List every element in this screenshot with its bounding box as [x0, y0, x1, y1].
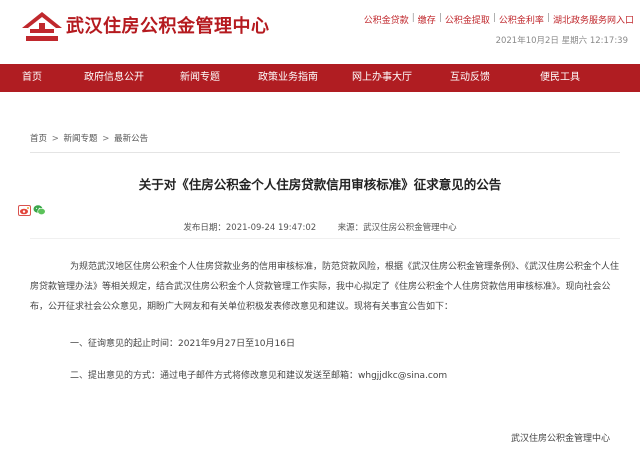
nav-item-tools[interactable]: 便民工具 [540, 64, 580, 92]
quick-link-hubei-portal[interactable]: 湖北政务服务网入口 [553, 13, 634, 26]
wechat-share-icon[interactable] [33, 204, 46, 216]
quick-link-deposit[interactable]: 缴存 [418, 13, 436, 26]
quick-link-rate[interactable]: 公积金利率 [499, 13, 544, 26]
article-signature: 武汉住房公积金管理中心 [510, 434, 610, 444]
quick-link-loan[interactable]: 公积金贷款 [364, 13, 409, 26]
breadcrumb-separator: > [102, 134, 110, 144]
separator: | [546, 13, 550, 23]
house-logo-icon[interactable] [20, 10, 64, 44]
nav-item-policy-guide[interactable]: 政策业务指南 [258, 64, 318, 92]
article-meta: 发布日期：2021-09-24 19:47:02 来源：武汉住房公积金管理中心 [0, 221, 640, 233]
main-nav: 首页 政府信息公开 新闻专题 政策业务指南 网上办事大厅 互动反馈 便民工具 [0, 64, 640, 92]
breadcrumb-separator: > [51, 134, 59, 144]
article-title: 关于对《住房公积金个人住房贷款信用审核标准》征求意见的公告 [138, 177, 502, 192]
source-label: 来源： [337, 223, 364, 233]
separator: | [411, 13, 415, 23]
site-name[interactable]: 武汉住房公积金管理中心 [66, 12, 270, 38]
breadcrumb: 首页 > 新闻专题 > 最新公告 [30, 132, 148, 144]
site-header: 武汉住房公积金管理中心 公积金贷款 | 缴存 | 公积金提取 | 公积金利率 |… [0, 0, 640, 64]
breadcrumb-news[interactable]: 新闻专题 [64, 134, 98, 144]
nav-item-online-hall[interactable]: 网上办事大厅 [352, 64, 412, 92]
quick-links: 公积金贷款 | 缴存 | 公积金提取 | 公积金利率 | 湖北政务服务网入口 [364, 13, 634, 26]
article-paragraph: 二、提出意见的方式：通过电子邮件方式将修改意见和建议发送至邮箱：whgjjdkc… [70, 371, 448, 381]
publish-date: 2021-09-24 19:47:02 [225, 223, 317, 233]
nav-item-feedback[interactable]: 互动反馈 [450, 64, 490, 92]
separator: | [492, 13, 496, 23]
current-datetime: 2021年10月2日 星期六 12:17:39 [495, 36, 628, 46]
weibo-share-icon[interactable] [18, 205, 31, 216]
publish-date-label: 发布日期： [183, 223, 226, 233]
nav-item-gov-info[interactable]: 政府信息公开 [84, 64, 144, 92]
quick-link-withdraw[interactable]: 公积金提取 [445, 13, 490, 26]
source: 武汉住房公积金管理中心 [363, 223, 457, 233]
breadcrumb-home[interactable]: 首页 [30, 134, 47, 144]
separator: | [438, 13, 442, 23]
divider [30, 152, 620, 153]
breadcrumb-latest[interactable]: 最新公告 [114, 134, 148, 144]
divider [30, 238, 620, 239]
nav-item-home[interactable]: 首页 [22, 64, 42, 92]
nav-item-news[interactable]: 新闻专题 [180, 64, 220, 92]
article-paragraph: 一、征询意见的起止时间：2021年9月27日至10月16日 [70, 339, 295, 349]
article-paragraph: 为规范武汉地区住房公积金个人住房贷款业务的信用审核标准，防范贷款风险，根据《武汉… [30, 262, 620, 312]
